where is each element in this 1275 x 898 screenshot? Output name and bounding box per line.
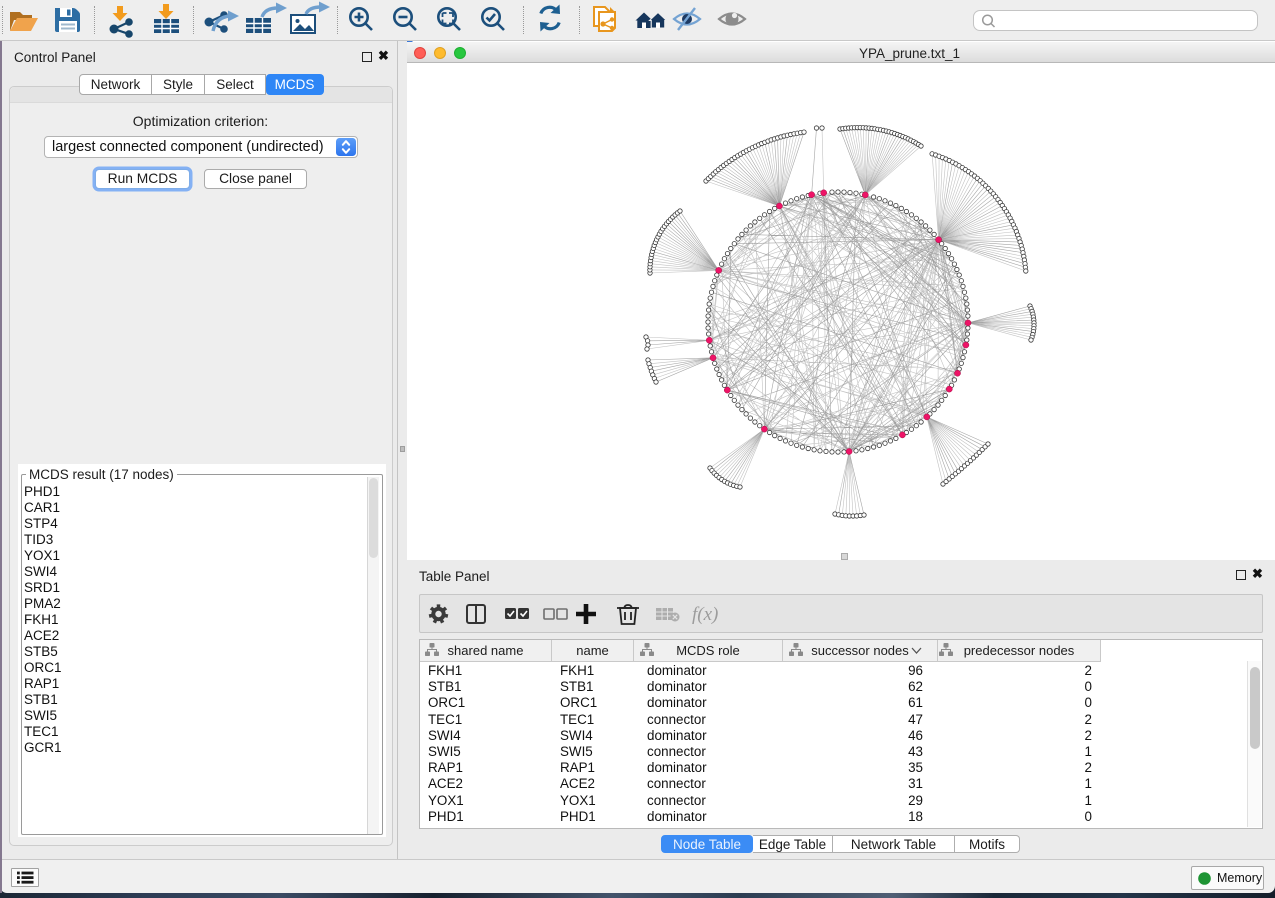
- svg-text:f(x): f(x): [692, 604, 718, 625]
